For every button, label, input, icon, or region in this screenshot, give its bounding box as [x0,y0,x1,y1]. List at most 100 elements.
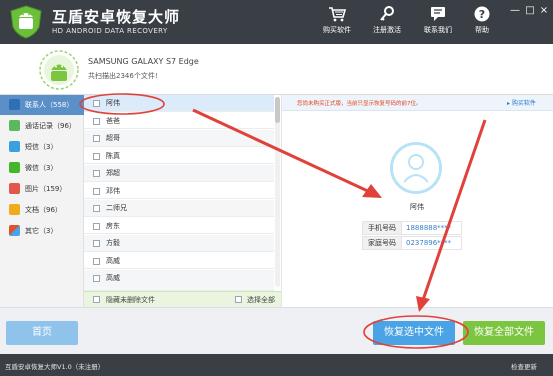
recover-all-button[interactable]: 恢复全部文件 [463,321,545,345]
help-icon: ? [474,6,490,22]
contact-name: 方毅 [106,239,120,247]
list-item[interactable]: 房东 [84,218,274,234]
list-item[interactable]: 超哥 [84,130,274,147]
list-item[interactable]: 郑超 [84,165,274,182]
close-button[interactable]: × [538,6,550,16]
scrollbar-thumb[interactable] [275,97,280,123]
other-icon [9,225,20,236]
contact-detail-pane: 您尚未购买正式版，当前只显示恢复号码的前7位。 ▸ 购买软件 阿伟 手机号码 1… [282,95,553,307]
row-checkbox[interactable] [93,135,100,142]
contact-name: 陈真 [106,151,120,160]
list-item[interactable]: 高威 [84,253,274,269]
contact-name: 爸爸 [106,116,120,125]
device-header: SAMSUNG GALAXY S7 Edge 共扫描出2346个文件! [0,44,553,94]
phone-icon [9,120,20,131]
category-sms[interactable]: 短信（3） [0,137,84,157]
buy-software-button[interactable]: 购买软件 [316,6,358,40]
mobile-number-field: 手机号码 1888888**** [362,221,462,235]
row-checkbox[interactable] [93,170,100,177]
category-documents[interactable]: 文档（96） [0,200,84,220]
trial-notice-bar: 您尚未购买正式版，当前只显示恢复号码的前7位。 ▸ 购买软件 [282,95,553,111]
home-button[interactable]: 首页 [6,321,78,345]
contact-list: 阿伟 爸爸 超哥 陈真 郑超 邓伟 二师兄 房东 方毅 高威 高威 隐藏未删除文… [84,95,282,307]
category-label: 其它（3） [25,227,58,235]
check-update-link[interactable]: 检查更新 [511,361,537,371]
key-icon [380,6,394,21]
row-checkbox[interactable] [93,187,100,195]
svg-text:?: ? [479,8,485,21]
row-checkbox[interactable] [93,240,100,247]
contact-us-button[interactable]: 联系我们 [417,6,459,40]
app-title: 互盾安卓恢复大师 [52,8,181,26]
select-all-label: 选择全部 [247,296,275,304]
contact-name: 郑超 [106,169,120,177]
user-silhouette-icon [403,154,429,183]
category-other[interactable]: 其它（3） [0,221,84,241]
list-item[interactable]: 方毅 [84,235,274,252]
list-item[interactable]: 爸爸 [84,113,274,129]
home-number-field: 家庭号码 0237896**** [362,236,462,250]
row-checkbox[interactable] [93,275,100,282]
version-status: 互盾安卓恢复大师V1.0（未注册） [5,363,105,371]
list-item[interactable]: 阿伟 [84,95,274,112]
cart-icon [329,7,346,22]
row-checkbox[interactable] [93,117,100,125]
shield-android-logo-icon [10,5,42,39]
contact-name-heading: 阿伟 [410,203,424,211]
list-item[interactable]: 高威 [84,270,274,291]
android-device-icon [39,50,79,90]
list-footer: 隐藏未删除文件 选择全部 [84,291,281,307]
chat-icon [431,7,445,21]
help-label: 帮助 [475,26,489,34]
select-all-checkbox[interactable] [235,296,242,303]
picture-icon [9,183,20,194]
status-bar: 互盾安卓恢复大师V1.0（未注册） 检查更新 [0,354,553,376]
buy-software-label: 购买软件 [323,26,351,34]
category-label: 通话记录（96） [25,122,76,130]
document-icon [9,204,20,215]
field-label: 家庭号码 [363,237,402,249]
scan-count: 共扫描出2346个文件! [88,72,158,80]
contact-name: 阿伟 [106,99,120,107]
help-button[interactable]: ? 帮助 [461,6,503,40]
wechat-icon [9,162,20,173]
maximize-button[interactable]: □ [524,6,536,16]
list-scrollbar[interactable] [275,97,280,287]
hide-deleted-checkbox[interactable] [93,296,100,303]
category-contacts[interactable]: 联系人（558） [0,95,84,115]
bottom-action-bar: 首页 恢复选中文件 恢复全部文件 [0,307,553,354]
category-call-log[interactable]: 通话记录（96） [0,116,84,136]
contact-name: 房东 [106,221,120,230]
category-label: 联系人（558） [25,101,74,109]
register-button[interactable]: 注册激活 [366,6,408,40]
category-wechat[interactable]: 微信（3） [0,158,84,178]
title-bar: 互盾安卓恢复大师 HD ANDROID DATA RECOVERY 购买软件 注… [0,0,553,44]
row-checkbox[interactable] [93,152,100,160]
category-label: 微信（3） [25,164,58,172]
field-value: 1888888**** [406,224,452,232]
category-label: 文档（96） [25,206,62,214]
category-pictures[interactable]: 图片（159） [0,179,84,199]
contact-name: 邓伟 [106,186,120,195]
contact-us-label: 联系我们 [424,26,452,34]
contacts-icon [9,99,20,110]
row-checkbox[interactable] [93,222,100,230]
buy-software-link[interactable]: ▸ 购买软件 [507,98,536,107]
row-checkbox[interactable] [93,100,100,107]
list-item[interactable]: 陈真 [84,148,274,164]
hide-deleted-label: 隐藏未删除文件 [106,296,155,304]
category-label: 图片（159） [25,185,67,193]
row-checkbox[interactable] [93,257,100,265]
avatar [390,142,442,194]
list-item[interactable]: 二师兄 [84,200,274,217]
minimize-button[interactable]: — [509,6,521,16]
contact-name: 超哥 [106,134,120,142]
list-item[interactable]: 邓伟 [84,183,274,199]
recover-selected-button[interactable]: 恢复选中文件 [373,321,455,345]
device-name: SAMSUNG GALAXY S7 Edge [88,57,199,66]
field-value: 0237896**** [406,239,452,247]
buy-link-label: 购买软件 [511,100,536,107]
category-sidebar: 联系人（558） 通话记录（96） 短信（3） 微信（3） 图片（159） 文档… [0,95,84,307]
row-checkbox[interactable] [93,205,100,212]
field-label: 手机号码 [363,222,402,234]
